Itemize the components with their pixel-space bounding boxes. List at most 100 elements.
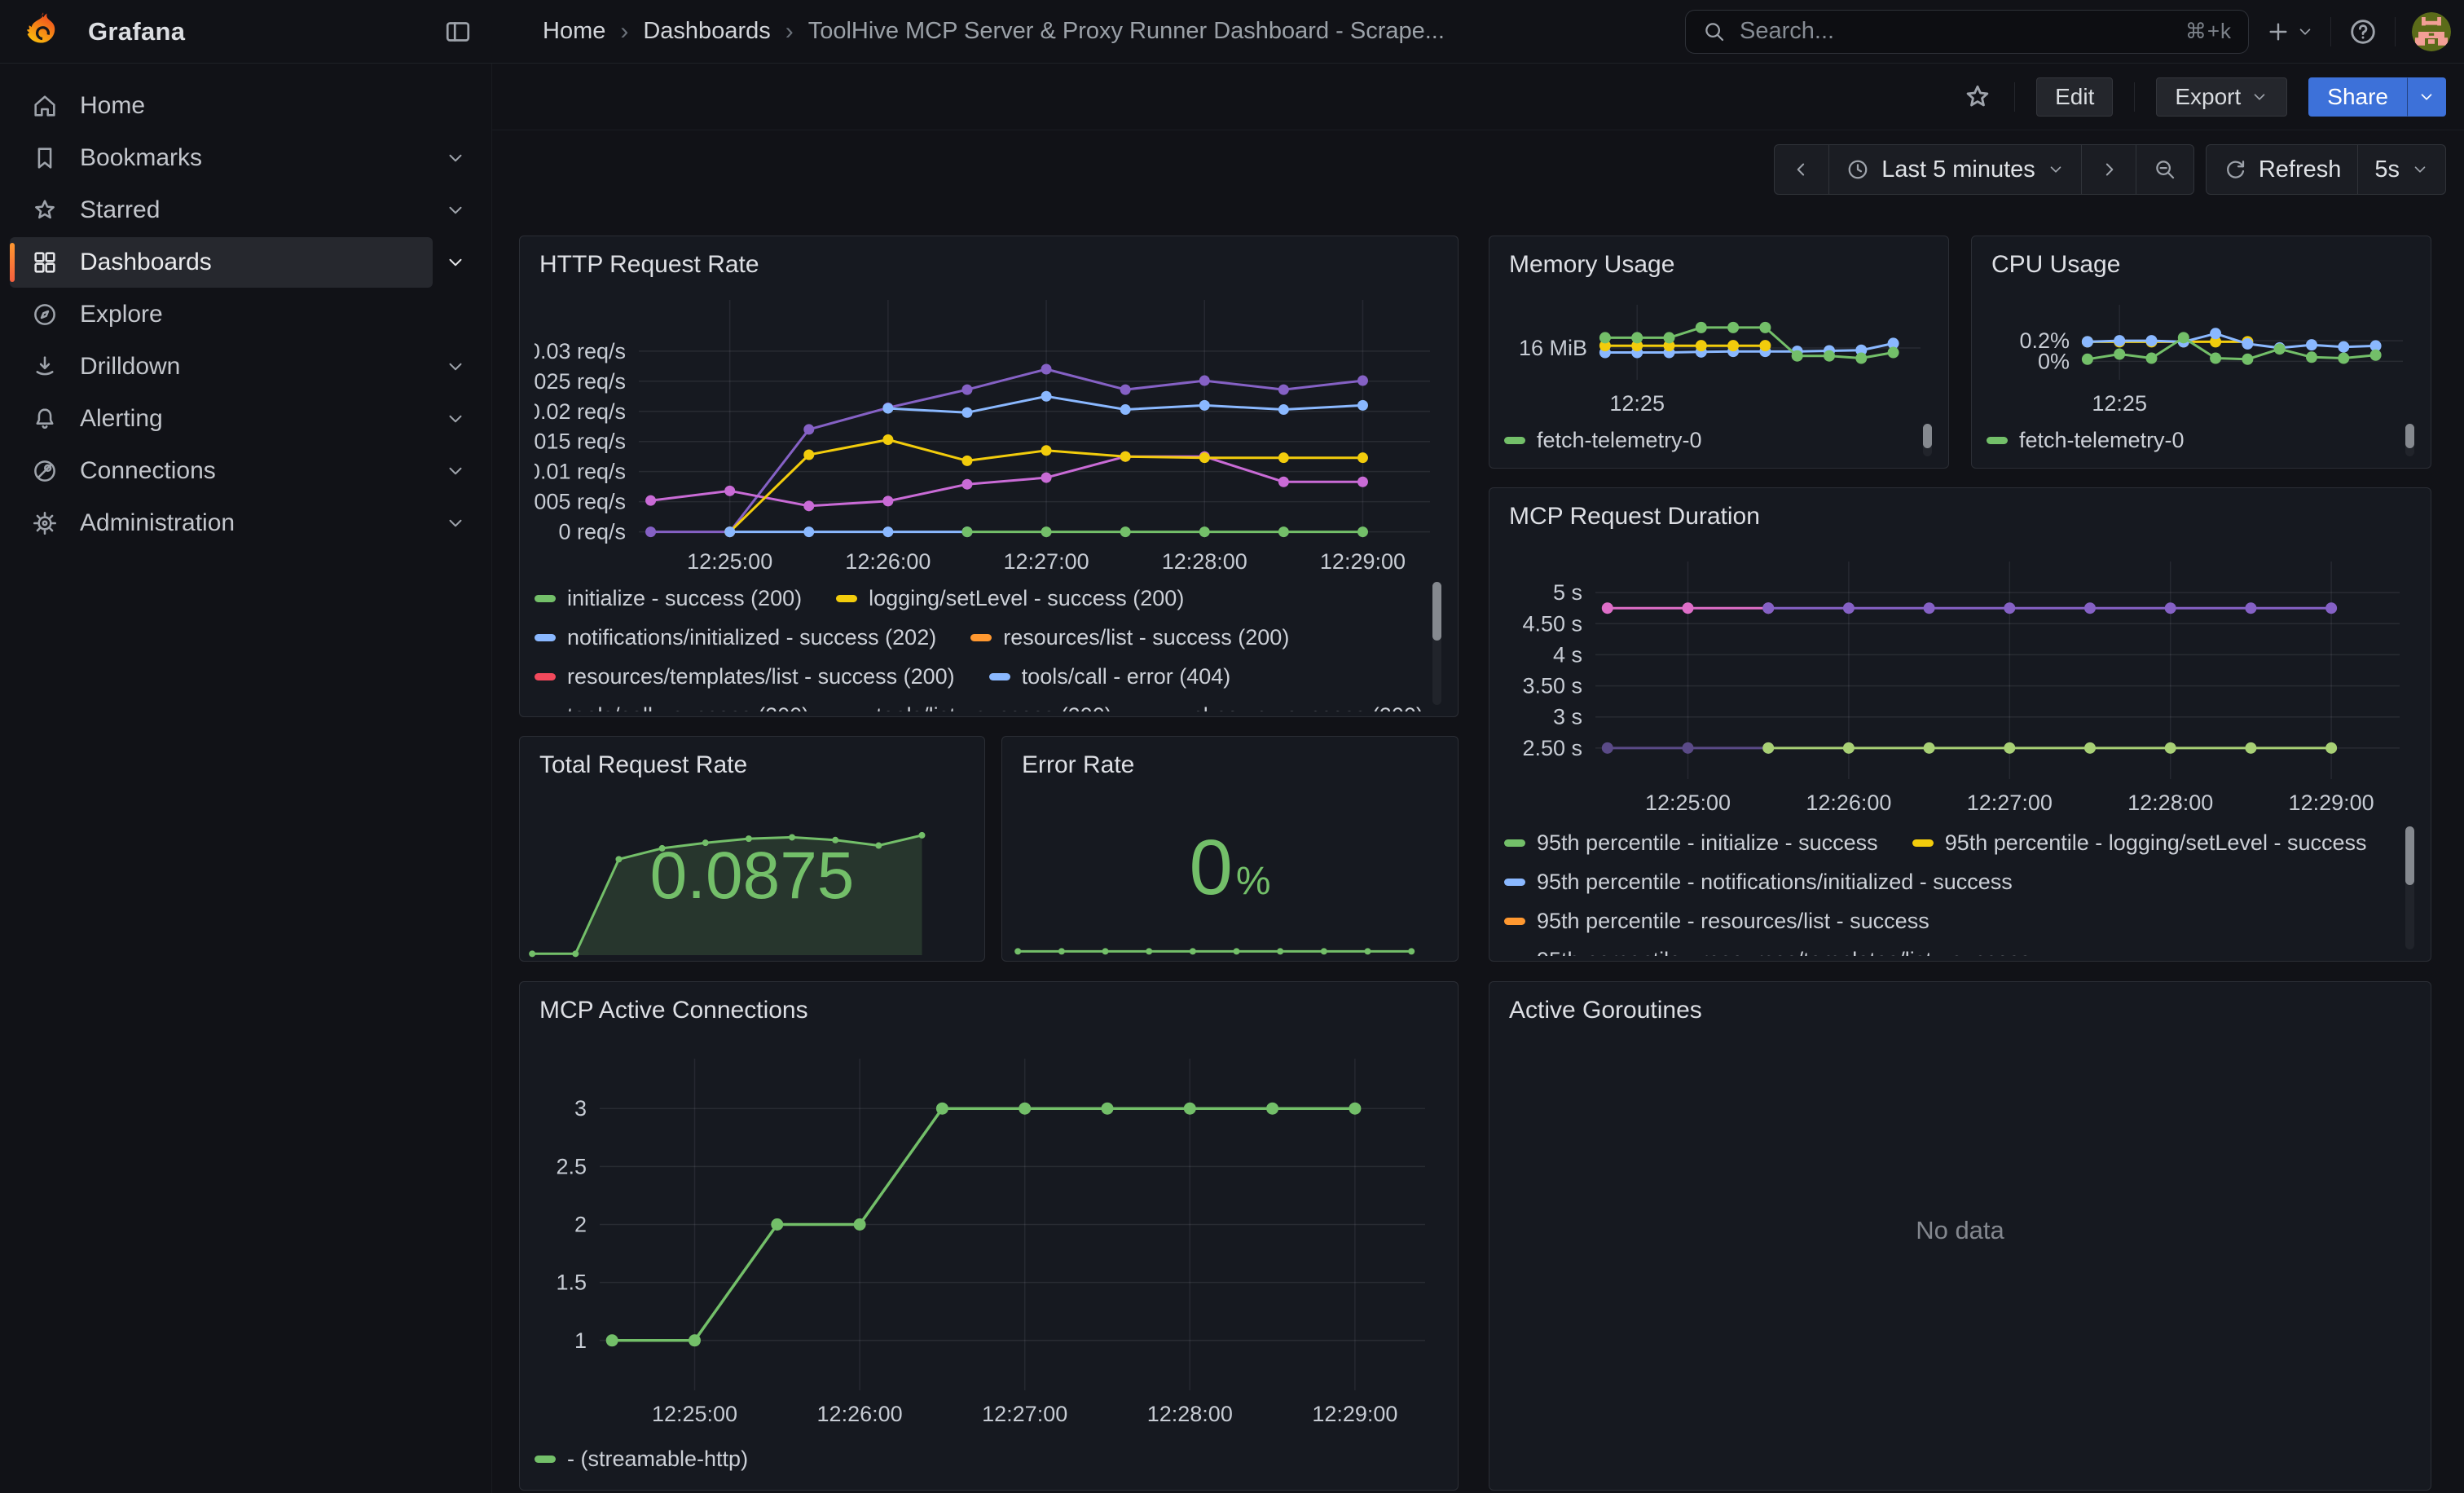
expand-chevron-icon[interactable] — [433, 356, 478, 377]
bookmark-icon — [31, 144, 59, 172]
sidebar-item-starred-button[interactable]: Starred — [10, 185, 433, 236]
sidebar-item-label: Bookmarks — [80, 144, 202, 172]
breadcrumb-dashboards[interactable]: Dashboards — [643, 18, 770, 45]
expand-chevron-icon[interactable] — [433, 148, 478, 169]
refresh-button[interactable]: Refresh — [2206, 144, 2359, 195]
svg-text:2: 2 — [574, 1213, 587, 1237]
expand-chevron-icon[interactable] — [433, 200, 478, 221]
time-range-picker[interactable]: Last 5 minutes — [1828, 144, 2082, 195]
divider — [2395, 17, 2396, 46]
sidebar-toggle-icon[interactable] — [443, 17, 473, 46]
chevron-right-icon — [2098, 159, 2119, 180]
legend-label: tools/list - success (200) — [876, 703, 1112, 712]
add-button[interactable] — [2265, 19, 2314, 45]
legend-item[interactable]: 95th percentile - notifications/initiali… — [1504, 870, 2013, 895]
sidebar-item-alerting-button[interactable]: Alerting — [10, 394, 433, 444]
svg-text:12:26:00: 12:26:00 — [845, 549, 931, 574]
legend-row: fetch-telemetry-0 — [1987, 421, 2416, 460]
edit-button[interactable]: Edit — [2036, 77, 2113, 117]
legend-item[interactable]: tools/call - success (200) — [535, 703, 809, 712]
panel-title[interactable]: Error Rate — [1022, 751, 1443, 779]
legend-marker — [1504, 879, 1525, 886]
legend-scrollbar-thumb[interactable] — [2405, 826, 2414, 885]
legend-scrollbar-thumb[interactable] — [1432, 582, 1441, 641]
legend-scrollbar-thumb[interactable] — [1923, 424, 1932, 448]
legend-label: unknown - success (200) — [1179, 703, 1423, 712]
search-input[interactable]: Search... ⌘+k — [1685, 10, 2249, 54]
avatar[interactable] — [2412, 12, 2451, 51]
legend-item[interactable]: fetch-telemetry-0 — [1504, 428, 1702, 453]
legend-item[interactable]: logging/setLevel - success (200) — [836, 586, 1184, 611]
panel-title[interactable]: MCP Request Duration — [1509, 503, 2416, 531]
cpu-usage-chart[interactable]: 0.2%0%12:25 — [1987, 288, 2416, 417]
svg-text:12:25: 12:25 — [2092, 391, 2147, 416]
legend-item[interactable]: tools/call - error (404) — [989, 664, 1231, 689]
legend-marker — [836, 595, 857, 602]
star-dashboard-button[interactable] — [1962, 81, 1993, 112]
time-forward-button[interactable] — [2081, 144, 2136, 195]
legend-item[interactable]: 95th percentile - resources/list - succe… — [1504, 909, 1929, 934]
sidebar-item-dashboards-button[interactable]: Dashboards — [10, 237, 433, 288]
share-button[interactable]: Share — [2308, 77, 2407, 117]
legend-item[interactable]: fetch-telemetry-0 — [1987, 428, 2185, 453]
svg-text:0 req/s: 0 req/s — [558, 520, 626, 544]
sidebar-item-administration-button[interactable]: Administration — [10, 498, 433, 548]
sidebar-item-bookmarks[interactable]: Bookmarks — [10, 132, 478, 184]
sidebar-item-connections[interactable]: Connections — [10, 445, 478, 497]
panel-title[interactable]: Active Goroutines — [1509, 997, 2416, 1024]
sidebar-item-explore-button[interactable]: Explore — [10, 289, 478, 340]
sidebar-item-administration[interactable]: Administration — [10, 497, 478, 549]
legend-label: 95th percentile - logging/setLevel - suc… — [1945, 830, 2367, 856]
sidebar-item-home-button[interactable]: Home — [10, 81, 478, 131]
help-button[interactable] — [2347, 16, 2378, 47]
expand-chevron-icon[interactable] — [433, 460, 478, 482]
mcp-request-duration-chart[interactable]: 5 s4.50 s4 s3.50 s3 s2.50 s12:25:0012:26… — [1504, 540, 2416, 820]
legend-item[interactable]: - (streamable-http) — [535, 1447, 748, 1472]
legend-item[interactable]: tools/list - success (200) — [843, 703, 1112, 712]
refresh-interval-picker[interactable]: 5s — [2357, 144, 2446, 195]
legend-item[interactable]: resources/templates/list - success (200) — [535, 664, 955, 689]
legend-item[interactable]: 95th percentile - initialize - success — [1504, 830, 1878, 856]
legend-row: 95th percentile - resources/list - succe… — [1504, 901, 2416, 940]
sidebar-item-drilldown-button[interactable]: Drilldown — [10, 341, 433, 392]
zoom-out-button[interactable] — [2136, 144, 2194, 195]
expand-chevron-icon[interactable] — [433, 252, 478, 273]
panel-title[interactable]: Total Request Rate — [539, 751, 970, 779]
legend-item[interactable]: 95th percentile - resources/templates/li… — [1504, 948, 2031, 957]
sidebar-item-explore[interactable]: Explore — [10, 288, 478, 341]
brand-name: Grafana — [88, 17, 185, 46]
legend-item[interactable]: 95th percentile - logging/setLevel - suc… — [1912, 830, 2367, 856]
legend-item[interactable]: resources/list - success (200) — [970, 625, 1289, 650]
breadcrumb-home[interactable]: Home — [543, 18, 605, 45]
sidebar-item-starred[interactable]: Starred — [10, 184, 478, 236]
time-back-button[interactable] — [1774, 144, 1829, 195]
mcp-active-connections-chart[interactable]: 32.521.5112:25:0012:26:0012:27:0012:28:0… — [535, 1034, 1443, 1436]
sidebar-item-home[interactable]: Home — [10, 80, 478, 132]
panel-title[interactable]: HTTP Request Rate — [539, 251, 1443, 279]
sidebar-item-drilldown[interactable]: Drilldown — [10, 341, 478, 393]
panel-title[interactable]: MCP Active Connections — [539, 997, 1443, 1024]
sidebar-item-alerting[interactable]: Alerting — [10, 393, 478, 445]
panel-mcp-request-duration: MCP Request Duration 5 s4.50 s4 s3.50 s3… — [1489, 487, 2431, 962]
legend-item[interactable]: initialize - success (200) — [535, 586, 802, 611]
legend-item[interactable]: notifications/initialized - success (202… — [535, 625, 936, 650]
clock-icon — [1846, 157, 1870, 182]
memory-usage-chart[interactable]: 16 MiB12:25 — [1504, 288, 1934, 417]
expand-chevron-icon[interactable] — [433, 513, 478, 534]
error-rate-sparkline[interactable] — [1009, 931, 1443, 958]
sidebar-item-bookmarks-button[interactable]: Bookmarks — [10, 133, 433, 183]
sidebar-item-connections-button[interactable]: Connections — [10, 446, 433, 496]
compass-icon — [31, 301, 59, 328]
sidebar-item-dashboards[interactable]: Dashboards — [10, 236, 478, 288]
http-request-rate-chart[interactable]: 0.03 req/s0.025 req/s0.02 req/s0.015 req… — [535, 288, 1443, 575]
panel-title[interactable]: CPU Usage — [1991, 251, 2416, 279]
expand-chevron-icon[interactable] — [433, 408, 478, 429]
share-options-button[interactable] — [2407, 77, 2446, 117]
panel-title[interactable]: Memory Usage — [1509, 251, 1934, 279]
svg-text:2.50 s: 2.50 s — [1522, 736, 1582, 760]
export-button[interactable]: Export — [2156, 77, 2287, 117]
dashboards-grid-icon — [31, 249, 59, 276]
legend-label: resources/list - success (200) — [1003, 625, 1289, 650]
legend-scrollbar-thumb[interactable] — [2405, 424, 2414, 448]
legend-item[interactable]: unknown - success (200) — [1146, 703, 1423, 712]
